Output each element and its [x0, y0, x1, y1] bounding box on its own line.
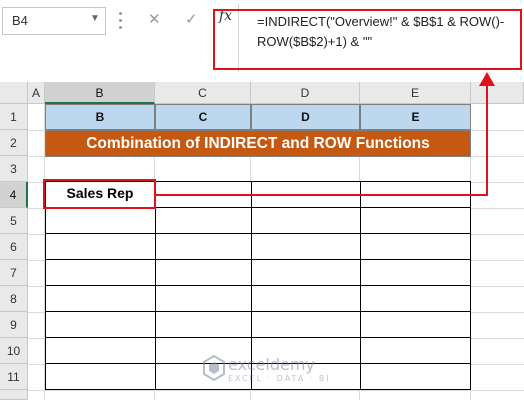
row-header-3[interactable]: 3 [0, 156, 28, 182]
column-header-a[interactable]: A [28, 82, 45, 104]
table-cell[interactable] [360, 311, 471, 338]
table-cell[interactable] [360, 207, 471, 234]
column-header-b[interactable]: B [45, 82, 155, 104]
cell-e1[interactable]: E [360, 104, 471, 130]
column-header-d[interactable]: D [251, 82, 360, 104]
table-cell[interactable] [360, 259, 471, 286]
table-cell[interactable] [155, 207, 252, 234]
column-header-e[interactable]: E [360, 82, 471, 104]
row-header-7[interactable]: 7 [0, 260, 28, 286]
table-cell[interactable] [251, 311, 361, 338]
table-cell[interactable] [45, 311, 156, 338]
table-cell[interactable] [360, 363, 471, 390]
cell-d1[interactable]: D [251, 104, 360, 130]
exceldemy-logo-icon [203, 355, 225, 381]
cell-b1[interactable]: B [45, 104, 155, 130]
table-cell[interactable] [155, 311, 252, 338]
table-cell[interactable] [251, 233, 361, 260]
table-cell[interactable] [251, 285, 361, 312]
enter-check-icon[interactable]: ✓ [185, 10, 198, 28]
callout-line [156, 194, 488, 196]
select-all-corner[interactable] [0, 82, 28, 104]
title-banner-cell[interactable]: Combination of INDIRECT and ROW Function… [45, 130, 471, 157]
row-header-10[interactable]: 10 [0, 338, 28, 364]
cell-b4-highlight-box [43, 179, 156, 209]
formula-highlight-box [213, 9, 522, 70]
table-cell[interactable] [45, 285, 156, 312]
chevron-down-icon[interactable]: ▼ [90, 13, 100, 24]
cancel-icon[interactable]: ✕ [148, 10, 161, 28]
table-cell[interactable] [45, 363, 156, 390]
table-cell[interactable] [251, 259, 361, 286]
table-cell[interactable] [155, 285, 252, 312]
table-cell[interactable] [251, 207, 361, 234]
row-header-6[interactable]: 6 [0, 234, 28, 260]
row-header-4[interactable]: 4 [0, 182, 28, 208]
drag-handle-icon[interactable] [119, 12, 123, 30]
row-header-12[interactable] [0, 390, 28, 400]
table-cell[interactable] [45, 207, 156, 234]
watermark-tagline: EXCEL · DATA · BI [228, 374, 331, 383]
watermark-name: exceldemy [228, 355, 315, 374]
table-cell[interactable] [360, 337, 471, 364]
gridline [28, 390, 524, 391]
row-header-2[interactable]: 2 [0, 130, 28, 156]
table-cell[interactable] [155, 259, 252, 286]
arrow-up-icon [479, 72, 495, 86]
table-cell[interactable] [45, 259, 156, 286]
row-header-5[interactable]: 5 [0, 208, 28, 234]
row-header-8[interactable]: 8 [0, 286, 28, 312]
table-cell[interactable] [360, 285, 471, 312]
table-cell[interactable] [155, 233, 252, 260]
callout-line [486, 81, 488, 196]
table-cell[interactable] [45, 233, 156, 260]
row-header-11[interactable]: 11 [0, 364, 28, 390]
cell-c1[interactable]: C [155, 104, 251, 130]
row-header-1[interactable]: 1 [0, 104, 28, 130]
table-cell[interactable] [45, 337, 156, 364]
table-cell[interactable] [360, 233, 471, 260]
column-header-c[interactable]: C [155, 82, 251, 104]
row-header-9[interactable]: 9 [0, 312, 28, 338]
